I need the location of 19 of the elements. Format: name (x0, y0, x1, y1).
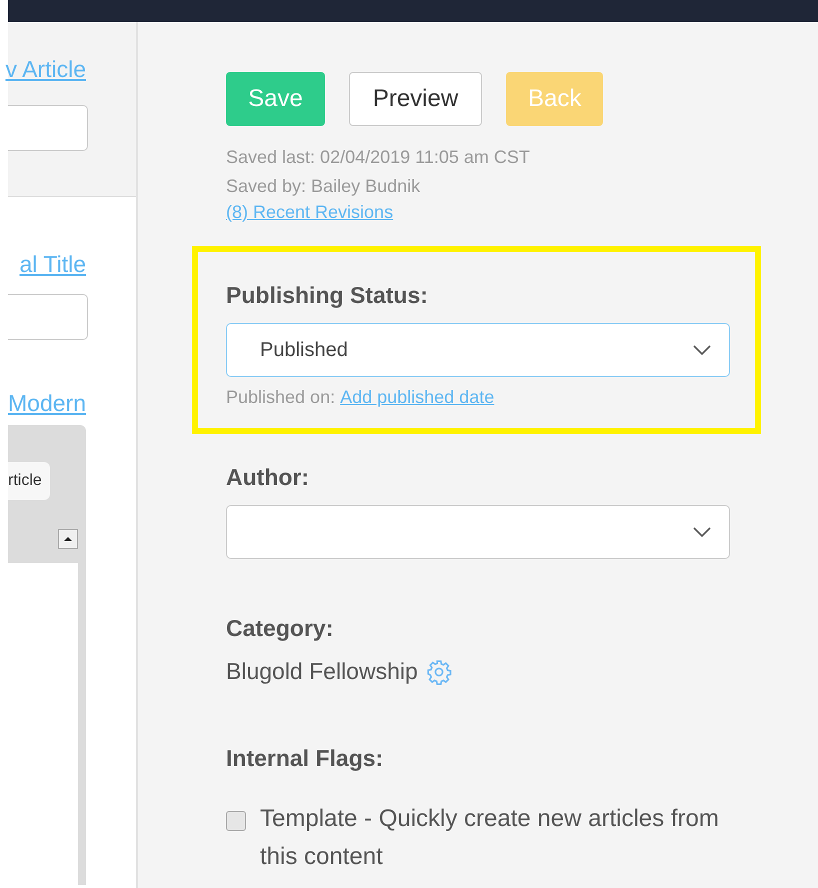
field-label: Author: (226, 464, 310, 491)
status-select[interactable]: Published (226, 323, 730, 377)
action-button[interactable]: Preview (349, 72, 482, 126)
revisions-link[interactable]: (8) Recent Revisions (226, 202, 394, 222)
sidebar-link[interactable]: Modern (8, 390, 86, 416)
field-label: Publishing Status: (226, 282, 429, 309)
editor-button[interactable]: rticle (8, 462, 50, 500)
published-on-label: Published on: (226, 387, 336, 407)
sidebar-link[interactable]: v Article (5, 56, 86, 82)
sidebar-link[interactable]: al Title (20, 251, 86, 277)
field-label: Internal Flags: (226, 745, 384, 772)
checkbox-label: Template - Quickly create new articles from this content (260, 804, 720, 872)
saved-time: Saved last: 02/04/2019 11:05 am CST (226, 146, 531, 169)
action-button[interactable]: Save (226, 72, 325, 126)
field-label: Category: (226, 615, 334, 642)
add-date-link[interactable]: Add published date (340, 387, 494, 407)
category-value: Blugold Fellowship (226, 658, 418, 685)
saved-by: Saved by: Bailey Budnik (226, 175, 422, 198)
action-button[interactable]: Back (506, 72, 603, 126)
